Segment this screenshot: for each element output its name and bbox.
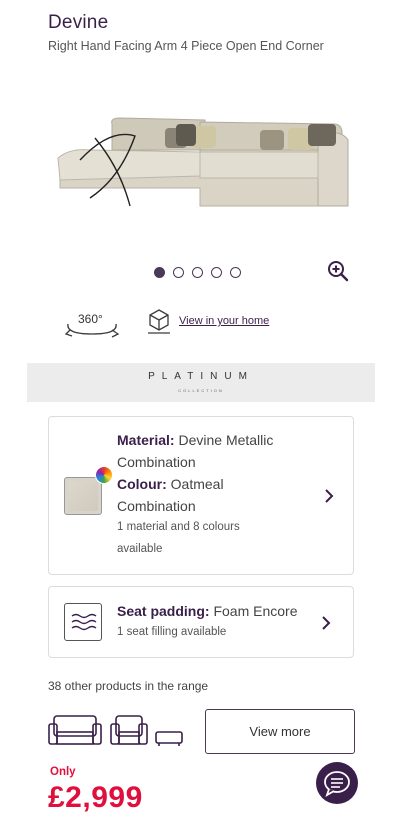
price: £2,999	[48, 781, 143, 814]
collection-name: PLATINUM	[148, 371, 254, 382]
gallery-dot[interactable]	[230, 267, 241, 278]
chat-button[interactable]	[316, 762, 358, 804]
colour-line: Colour: Oatmeal	[117, 476, 224, 492]
ar-cube-icon[interactable]	[147, 308, 171, 336]
armchair-icon	[110, 715, 148, 745]
colour-swatch	[64, 477, 102, 515]
range-count-text: 38 other products in the range	[48, 679, 209, 693]
colour-value-cont: Combination	[117, 498, 196, 514]
gallery-dot[interactable]	[154, 267, 165, 278]
chevron-right-icon	[322, 616, 331, 630]
material-line: Material: Devine Metallic	[117, 432, 274, 448]
view-in-your-home-link[interactable]: View in your home	[179, 315, 269, 327]
seat-padding-line: Seat padding: Foam Encore	[117, 603, 298, 619]
chevron-right-icon	[325, 489, 334, 503]
material-value-cont: Combination	[117, 454, 196, 470]
rotate-360-button[interactable]: 360°	[62, 310, 122, 340]
rotate-360-label: 360°	[78, 312, 103, 326]
gallery-dot[interactable]	[192, 267, 203, 278]
collection-banner: PLATINUM COLLECTION	[27, 363, 375, 402]
sofa-icon	[48, 715, 102, 745]
gallery-dot[interactable]	[211, 267, 222, 278]
collection-subtitle: COLLECTION	[178, 388, 224, 393]
price-prefix: Only	[50, 766, 76, 778]
gallery-pagination	[154, 267, 241, 278]
gallery-dot[interactable]	[173, 267, 184, 278]
waves-icon	[64, 603, 102, 641]
range-icons	[48, 715, 183, 746]
seat-filling-availability: 1 seat filling available	[117, 626, 227, 638]
zoom-in-icon[interactable]	[326, 259, 350, 283]
seat-padding-card[interactable]: Seat padding: Foam Encore 1 seat filling…	[48, 586, 354, 658]
footstool-icon	[155, 731, 183, 746]
product-subtitle: Right Hand Facing Arm 4 Piece Open End C…	[48, 39, 324, 53]
view-more-button[interactable]: View more	[205, 709, 355, 754]
colour-wheel-icon	[95, 466, 113, 484]
product-image[interactable]	[50, 88, 360, 218]
availability-text: 1 material and 8 colours	[117, 521, 240, 533]
chat-icon	[324, 771, 350, 797]
material-colour-card[interactable]: Material: Devine Metallic Combination Co…	[48, 416, 354, 575]
availability-text-cont: available	[117, 543, 163, 555]
product-title: Devine	[48, 12, 109, 33]
